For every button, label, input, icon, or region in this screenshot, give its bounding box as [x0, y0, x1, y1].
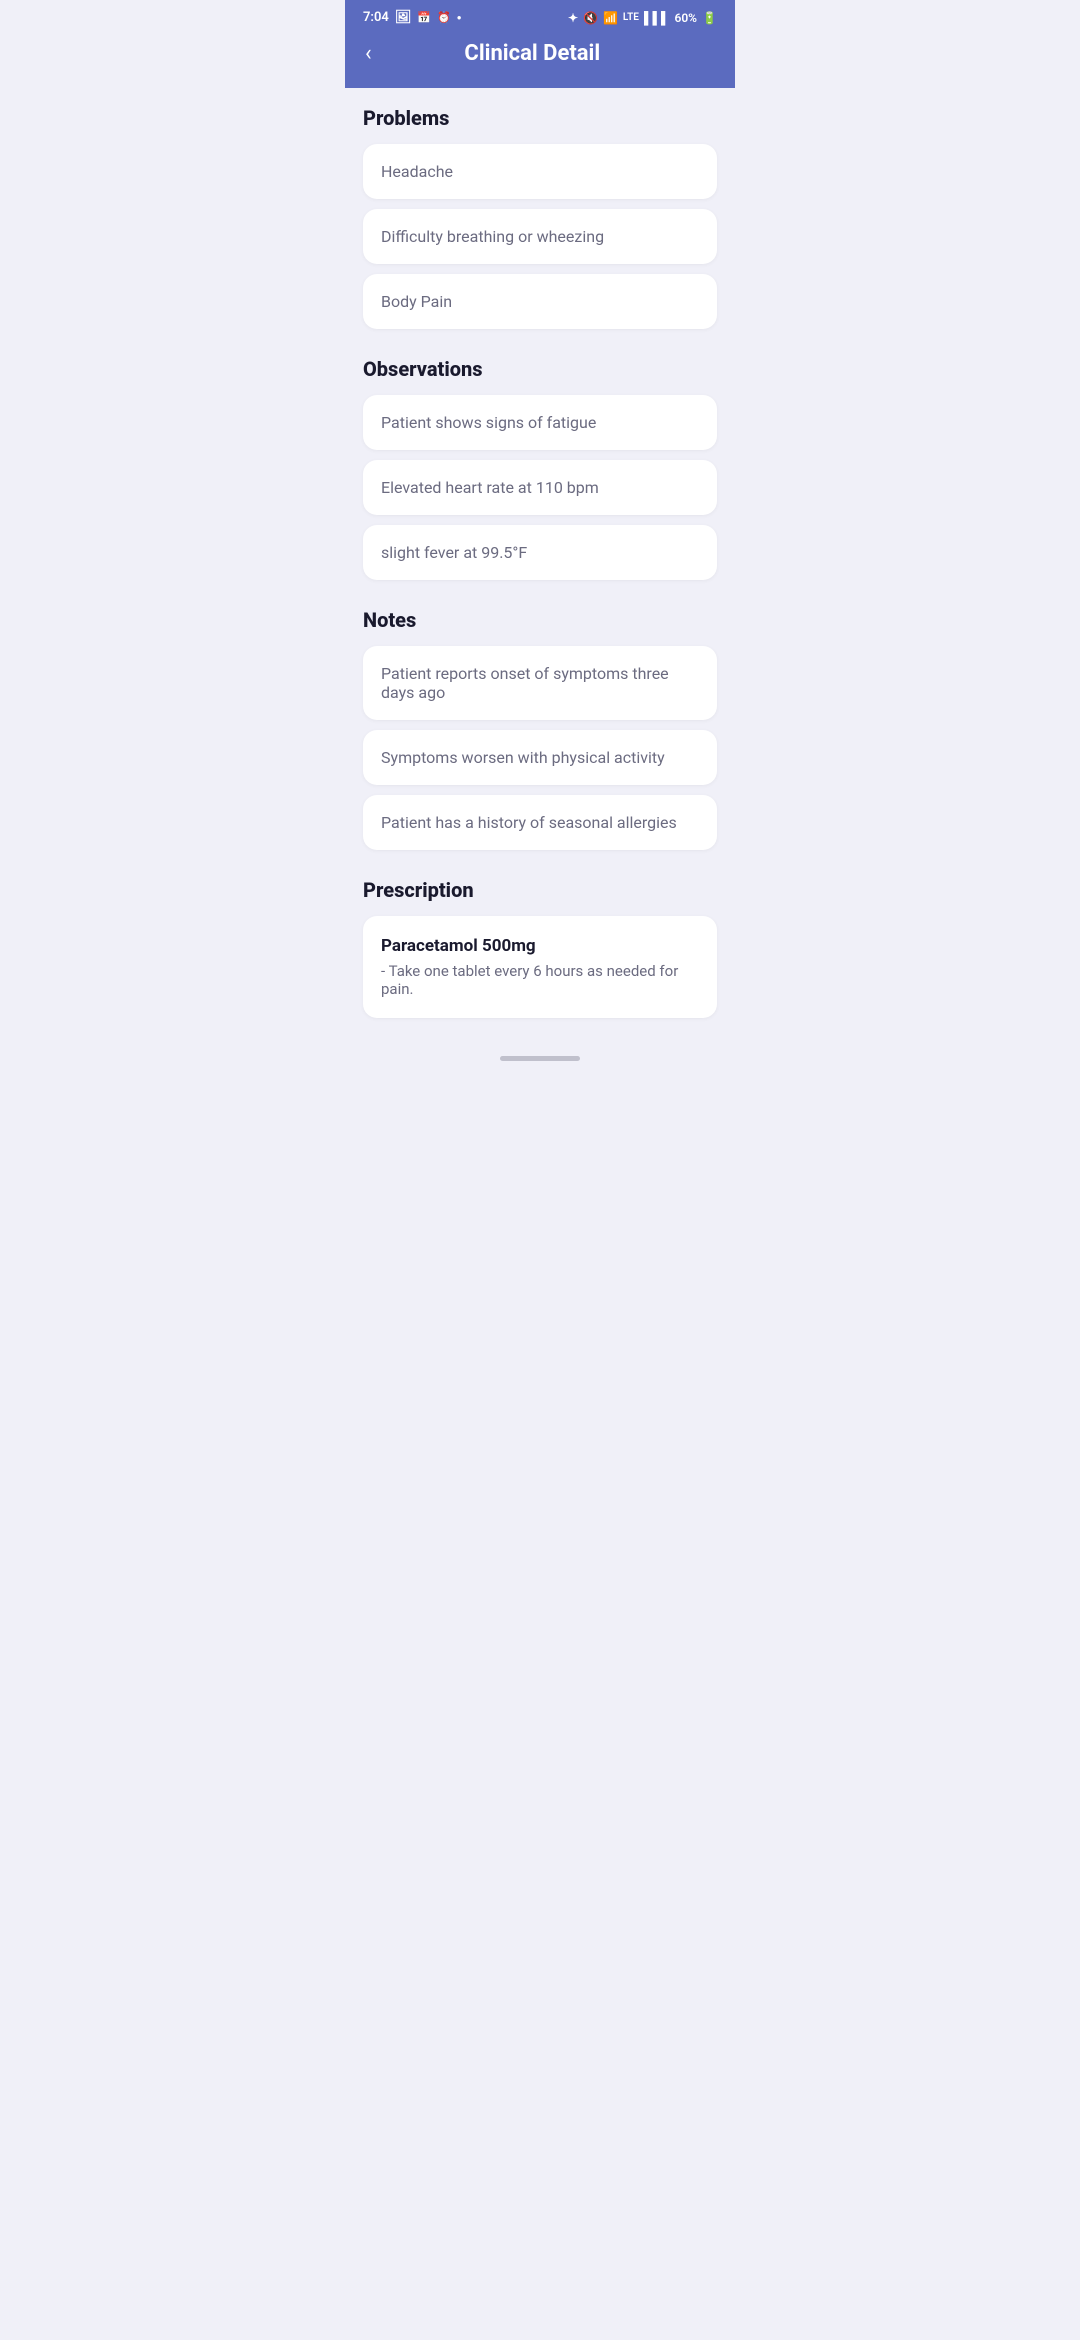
- wifi-icon: 📶: [603, 11, 618, 25]
- battery-icon: 🔋: [702, 11, 717, 25]
- note-item-1: Patient reports onset of symptoms three …: [363, 646, 717, 720]
- problems-section: Problems Headache Difficulty breathing o…: [363, 106, 717, 329]
- prescription-section: Prescription Paracetamol 500mg - Take on…: [363, 878, 717, 1018]
- prescription-item-1: Paracetamol 500mg - Take one tablet ever…: [363, 916, 717, 1018]
- photo-icon: 🖼: [395, 10, 412, 25]
- observations-title: Observations: [363, 357, 717, 381]
- alarm-icon: ⏰: [437, 11, 451, 24]
- page-title: Clinical Detail: [382, 41, 683, 66]
- mute-icon: 🔇: [583, 11, 598, 25]
- bottom-handle: [363, 1046, 717, 1067]
- note-item-3: Patient has a history of seasonal allerg…: [363, 795, 717, 850]
- problem-item-2: Difficulty breathing or wheezing: [363, 209, 717, 264]
- dot-indicator: ●: [457, 13, 462, 22]
- observation-item-3: slight fever at 99.5°F: [363, 525, 717, 580]
- problems-title: Problems: [363, 106, 717, 130]
- status-bar: 7:04 🖼 📅 ⏰ ● ✦ 🔇 📶 LTE ▌▌▌ 60% 🔋: [345, 0, 735, 31]
- problem-item-3: Body Pain: [363, 274, 717, 329]
- notes-section: Notes Patient reports onset of symptoms …: [363, 608, 717, 850]
- main-content: Problems Headache Difficulty breathing o…: [345, 78, 735, 1107]
- prescription-title: Prescription: [363, 878, 717, 902]
- handle-bar: [500, 1056, 580, 1061]
- status-time: 7:04: [363, 10, 389, 25]
- notes-title: Notes: [363, 608, 717, 632]
- observations-section: Observations Patient shows signs of fati…: [363, 357, 717, 580]
- lte-icon: LTE: [623, 12, 639, 23]
- note-item-2: Symptoms worsen with physical activity: [363, 730, 717, 785]
- prescription-desc-1: - Take one tablet every 6 hours as neede…: [381, 962, 699, 998]
- observation-item-1: Patient shows signs of fatigue: [363, 395, 717, 450]
- app-header: ‹ Clinical Detail: [345, 31, 735, 88]
- back-button[interactable]: ‹: [365, 43, 372, 65]
- bluetooth-icon: ✦: [568, 11, 578, 25]
- problem-item-1: Headache: [363, 144, 717, 199]
- prescription-name-1: Paracetamol 500mg: [381, 936, 699, 956]
- status-left: 7:04 🖼 📅 ⏰ ●: [363, 10, 462, 25]
- observation-item-2: Elevated heart rate at 110 bpm: [363, 460, 717, 515]
- battery-percent: 60%: [674, 11, 697, 25]
- status-right: ✦ 🔇 📶 LTE ▌▌▌ 60% 🔋: [568, 11, 717, 25]
- calendar-icon: 📅: [417, 11, 431, 24]
- signal-icon: ▌▌▌: [644, 11, 670, 25]
